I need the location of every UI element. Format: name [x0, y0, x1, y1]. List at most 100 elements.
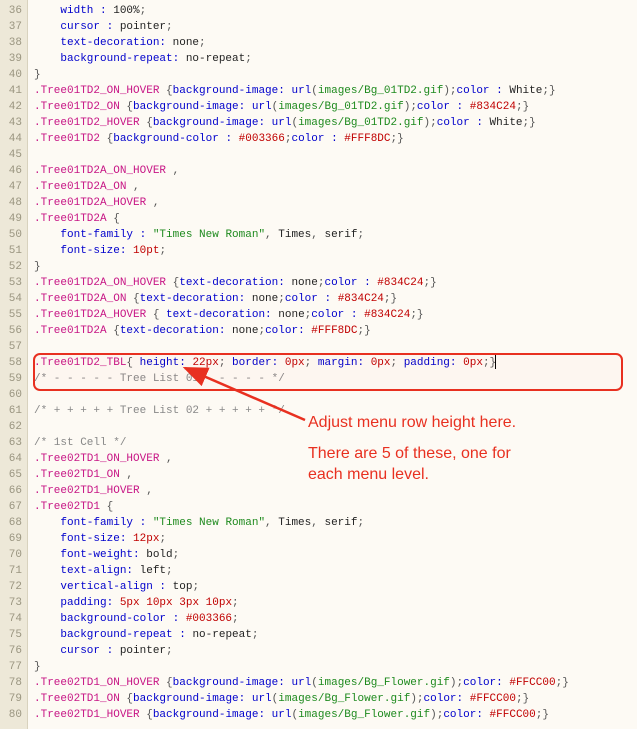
token-punc: )	[410, 693, 417, 705]
token-punc: ,	[126, 469, 133, 481]
token-punc: )	[443, 85, 450, 97]
token-brace: }	[430, 277, 437, 289]
token-sel: .Tree01TD2A_ON	[34, 293, 133, 305]
token-prop: text-decoration:	[140, 293, 252, 305]
token-val: none	[173, 37, 199, 49]
line-number: 49	[3, 211, 22, 227]
token-val: none	[252, 293, 278, 305]
token-urlval: images/Bg_01TD2.gif	[278, 101, 403, 113]
line-number: 69	[3, 531, 22, 547]
code-line[interactable]: .Tree01TD2A {text-decoration: none;color…	[34, 323, 637, 339]
token-hex: #FFF8DC	[344, 133, 390, 145]
code-line[interactable]: .Tree02TD1 {	[34, 499, 637, 515]
token-punc: ;	[192, 581, 199, 593]
code-line[interactable]: font-size: 10pt;	[34, 243, 637, 259]
token-punc: ;	[199, 37, 206, 49]
code-line[interactable]: background-repeat: no-repeat;	[34, 51, 637, 67]
code-line[interactable]: .Tree01TD2A_ON ,	[34, 179, 637, 195]
code-line[interactable]: font-size: 12px;	[34, 531, 637, 547]
code-line[interactable]: vertical-align : top;	[34, 579, 637, 595]
code-line[interactable]: }	[34, 259, 637, 275]
code-line[interactable]: font-weight: bold;	[34, 547, 637, 563]
code-line[interactable]: .Tree02TD1_ON ,	[34, 467, 637, 483]
token-pl	[34, 597, 60, 609]
code-line[interactable]	[34, 387, 637, 403]
code-line[interactable]: .Tree01TD2A_ON_HOVER ,	[34, 163, 637, 179]
code-line[interactable]: /* 1st Cell */	[34, 435, 637, 451]
code-line[interactable]: /* + + + + + Tree List 02 + + + + + */	[34, 403, 637, 419]
code-line[interactable]: /* - - - - - Tree List 01 - - - - - */	[34, 371, 637, 387]
token-punc: ,	[311, 517, 324, 529]
token-prop: text-decoration:	[159, 309, 278, 321]
token-punc: ;	[357, 517, 364, 529]
code-line[interactable]: cursor : pointer;	[34, 643, 637, 659]
code-line[interactable]	[34, 419, 637, 435]
token-val: pointer	[120, 645, 166, 657]
line-number: 76	[3, 643, 22, 659]
token-brace: }	[34, 661, 41, 673]
code-line[interactable]: .Tree02TD1_HOVER {background-image: url(…	[34, 707, 637, 723]
code-line[interactable]	[34, 339, 637, 355]
code-line[interactable]: .Tree01TD2A_HOVER ,	[34, 195, 637, 211]
code-line[interactable]: .Tree01TD2 {background-color : #003366;c…	[34, 131, 637, 147]
token-com: /* + + + + + Tree List 02 + + + + + */	[34, 405, 285, 417]
code-line[interactable]: .Tree02TD1_ON_HOVER {background-image: u…	[34, 675, 637, 691]
code-area[interactable]: width : 100%; cursor : pointer; text-dec…	[28, 0, 637, 729]
code-line[interactable]: font-family : "Times New Roman", Times, …	[34, 227, 637, 243]
code-line[interactable]: width : 100%;	[34, 3, 637, 19]
code-line[interactable]: .Tree01TD2A {	[34, 211, 637, 227]
token-pl	[34, 581, 60, 593]
token-punc: ;	[166, 565, 173, 577]
line-number: 46	[3, 163, 22, 179]
token-prop: width :	[60, 5, 113, 17]
token-hex: #FFCC00	[509, 677, 555, 689]
token-val: Times	[278, 517, 311, 529]
code-line[interactable]: text-decoration: none;	[34, 35, 637, 51]
line-number: 70	[3, 547, 22, 563]
token-punc: )	[450, 677, 457, 689]
code-line[interactable]: }	[34, 67, 637, 83]
token-num: 0px	[285, 357, 305, 369]
code-line[interactable]	[34, 147, 637, 163]
code-editor[interactable]: 3637383940414243444546474849505152535455…	[0, 0, 637, 729]
line-number: 72	[3, 579, 22, 595]
token-pl	[34, 517, 60, 529]
token-prop: background-color :	[60, 613, 185, 625]
token-prop: font-size:	[60, 245, 133, 257]
code-line[interactable]: background-color : #003366;	[34, 611, 637, 627]
code-line[interactable]: background-repeat : no-repeat;	[34, 627, 637, 643]
token-brace: }	[523, 693, 530, 705]
code-line[interactable]: }	[34, 659, 637, 675]
code-line[interactable]: .Tree02TD1_ON {background-image: url(ima…	[34, 691, 637, 707]
line-number: 52	[3, 259, 22, 275]
code-line[interactable]: .Tree01TD2A_ON {text-decoration: none;co…	[34, 291, 637, 307]
token-punc: ;	[166, 21, 173, 33]
code-line[interactable]: .Tree01TD2A_HOVER { text-decoration: non…	[34, 307, 637, 323]
token-num: 0px	[371, 357, 391, 369]
code-line[interactable]: .Tree01TD2_TBL{ height: 22px; border: 0p…	[34, 355, 637, 371]
token-prop: font-size:	[60, 533, 133, 545]
token-val: pointer	[120, 21, 166, 33]
token-brace: }	[364, 325, 371, 337]
code-line[interactable]: font-family : "Times New Roman", Times, …	[34, 515, 637, 531]
token-pl	[34, 245, 60, 257]
code-line[interactable]: .Tree01TD2_ON {background-image: url(ima…	[34, 99, 637, 115]
code-line[interactable]: .Tree01TD2_ON_HOVER {background-image: u…	[34, 83, 637, 99]
token-val: none	[232, 325, 258, 337]
token-url: url	[272, 709, 292, 721]
token-prop: background-repeat :	[60, 629, 192, 641]
code-line[interactable]: .Tree02TD1_HOVER ,	[34, 483, 637, 499]
token-prop: background-color :	[113, 133, 238, 145]
token-pl	[34, 37, 60, 49]
code-line[interactable]: .Tree01TD2A_ON_HOVER {text-decoration: n…	[34, 275, 637, 291]
code-line[interactable]: text-align: left;	[34, 563, 637, 579]
code-line[interactable]: padding: 5px 10px 3px 10px;	[34, 595, 637, 611]
code-line[interactable]: .Tree01TD2_HOVER {background-image: url(…	[34, 115, 637, 131]
token-val: serif	[324, 517, 357, 529]
token-prop: color :	[311, 309, 364, 321]
token-brace: }	[562, 677, 569, 689]
token-prop: text-decoration:	[120, 325, 232, 337]
code-line[interactable]: cursor : pointer;	[34, 19, 637, 35]
code-line[interactable]: .Tree02TD1_ON_HOVER ,	[34, 451, 637, 467]
token-punc: )	[430, 709, 437, 721]
